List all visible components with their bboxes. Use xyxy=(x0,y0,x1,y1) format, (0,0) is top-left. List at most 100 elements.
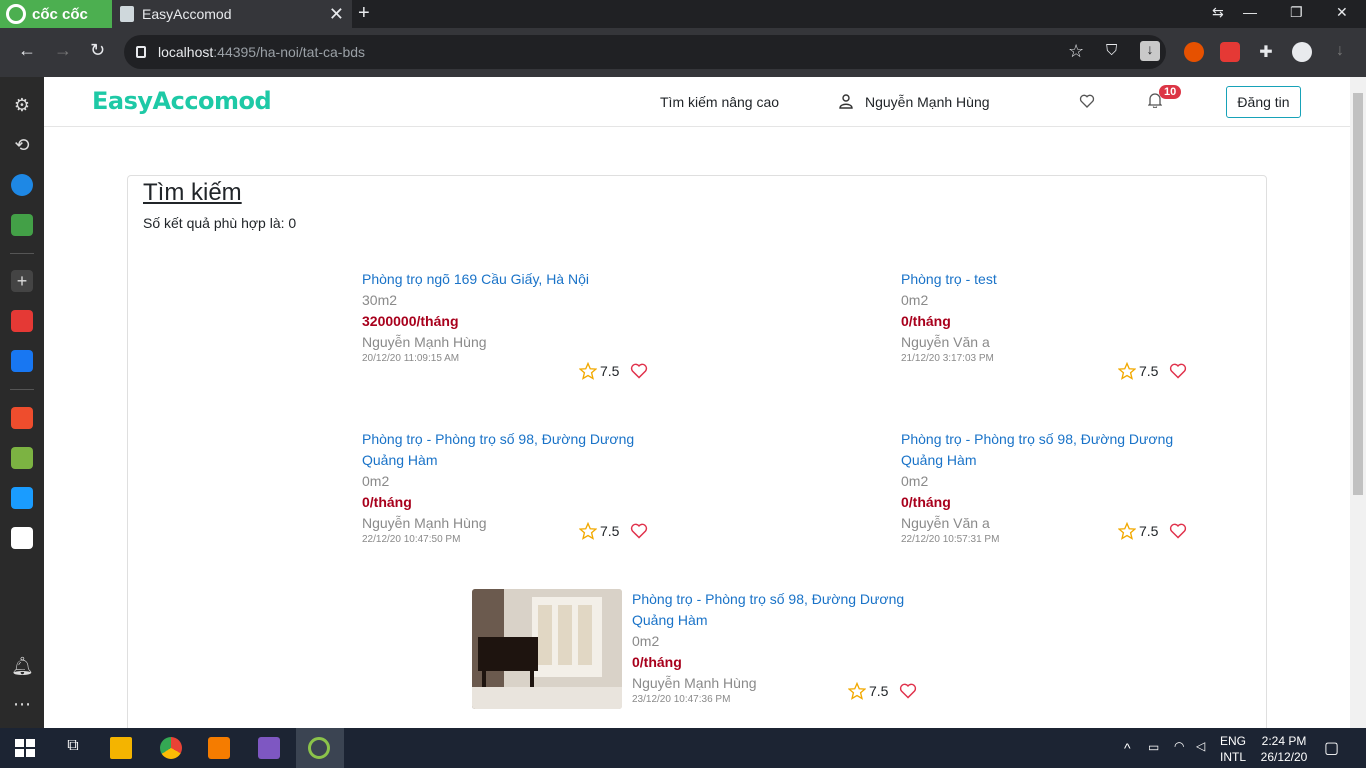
listing-photo[interactable] xyxy=(472,589,622,709)
add-shortcut-icon[interactable]: + xyxy=(11,270,33,292)
listing-title[interactable]: Phòng trọ - Phòng trọ số 98, Đường Dương… xyxy=(632,589,932,631)
listing-title[interactable]: Phòng trọ - Phòng trọ số 98, Đường Dương… xyxy=(901,429,1201,471)
restore-icon[interactable]: ❐ xyxy=(1290,4,1303,21)
listing-item[interactable]: Phòng trọ ngõ 169 Cầu Giấy, Hà Nội 30m2 … xyxy=(362,269,662,365)
messenger-icon[interactable] xyxy=(11,174,33,196)
visual-studio-icon[interactable] xyxy=(258,737,280,759)
windows-taskbar: ⧉ ^ ▭ ◠ ◁ ENG INTL 2:24 PM 26/12/20 ▢ xyxy=(0,728,1366,768)
new-tab-icon[interactable]: + xyxy=(358,2,370,25)
listing-rating: 7.5 xyxy=(579,522,619,540)
listing-area: 0m2 xyxy=(901,473,929,489)
address-bar[interactable]: localhost :44395/ha-noi/tat-ca-bds ☆ ⛉ ↓ xyxy=(124,35,1166,69)
post-listing-button[interactable]: Đăng tin xyxy=(1226,86,1301,118)
favorite-heart-icon[interactable] xyxy=(1169,363,1187,379)
notification-count-badge: 10 xyxy=(1159,85,1182,99)
tab-easyaccomod[interactable]: EasyAccomod ✕ xyxy=(112,0,352,28)
extension-savior-icon[interactable] xyxy=(1220,42,1240,62)
listing-title[interactable]: Phòng trọ - Phòng trọ số 98, Đường Dương… xyxy=(362,429,662,471)
battery-icon[interactable]: ▭ xyxy=(1148,740,1159,754)
listing-owner: Nguyễn Mạnh Hùng xyxy=(362,334,487,350)
favorites-heart-icon[interactable] xyxy=(1079,93,1095,109)
shield-icon[interactable]: ⛉ xyxy=(1106,42,1117,59)
profile-icon[interactable] xyxy=(1292,42,1312,62)
page-scrollbar[interactable] xyxy=(1350,77,1366,728)
game-app-icon[interactable] xyxy=(11,447,33,469)
listing-title[interactable]: Phòng trọ - test xyxy=(901,269,1201,290)
xampp-icon[interactable] xyxy=(208,737,230,759)
minimize-icon[interactable]: — xyxy=(1243,4,1257,20)
favorite-heart-icon[interactable] xyxy=(899,683,917,699)
lang-secondary: INTL xyxy=(1219,750,1246,764)
advanced-search-link[interactable]: Tìm kiếm nâng cao xyxy=(660,94,779,110)
browser-tabbar: cốc cốc EasyAccomod ✕ + ⇆ — ❐ ✕ xyxy=(0,0,1366,28)
search-results-card: Tìm kiếm Số kết quả phù hợp là: 0 Phòng … xyxy=(127,175,1267,728)
bookmark-star-icon[interactable]: ☆ xyxy=(1068,41,1084,62)
extensions-puzzle-icon[interactable]: ✚ xyxy=(1256,42,1276,62)
favorite-heart-icon[interactable] xyxy=(630,363,648,379)
listing-owner: Nguyễn Văn a xyxy=(901,334,990,350)
page-icon xyxy=(120,6,134,22)
task-view-icon[interactable]: ⧉ xyxy=(62,737,84,759)
listing-area: 0m2 xyxy=(362,473,390,489)
url-path: :44395/ha-noi/tat-ca-bds xyxy=(213,44,366,60)
result-count: Số kết quả phù hợp là: 0 xyxy=(143,215,297,231)
chrome-icon[interactable] xyxy=(160,737,182,759)
coccoc-icon xyxy=(6,4,26,24)
user-icon xyxy=(839,94,853,109)
shopee-icon[interactable] xyxy=(11,407,33,429)
listing-rating: 7.5 xyxy=(1118,522,1158,540)
url-host: localhost xyxy=(158,44,214,60)
close-window-icon[interactable]: ✕ xyxy=(1336,4,1348,21)
listing-price: 0/tháng xyxy=(901,494,951,510)
show-hidden-icons-icon[interactable]: ^ xyxy=(1124,740,1131,756)
coccoc-logo[interactable]: cốc cốc xyxy=(0,0,112,28)
star-icon xyxy=(1118,522,1136,540)
site-logo[interactable]: EasyAccomod xyxy=(92,87,272,115)
youtube-icon[interactable] xyxy=(11,310,33,332)
notification-bell-icon[interactable]: 🔔︎ xyxy=(11,655,34,677)
extension-circle-icon[interactable] xyxy=(1184,42,1204,62)
sidebar-divider xyxy=(10,389,34,390)
forward-icon[interactable]: → xyxy=(54,40,72,61)
rating-value: 7.5 xyxy=(600,363,620,379)
user-name-link[interactable]: Nguyễn Mạnh Hùng xyxy=(865,94,990,110)
windows-start-icon[interactable] xyxy=(14,737,36,759)
rating-value: 7.5 xyxy=(869,683,889,699)
scrollbar-thumb[interactable] xyxy=(1353,93,1363,495)
vtv-icon[interactable] xyxy=(11,527,33,549)
tab-search-icon[interactable]: ⇆ xyxy=(1212,4,1224,21)
lang-primary: ENG xyxy=(1219,734,1246,748)
favorite-heart-icon[interactable] xyxy=(1169,523,1187,539)
star-icon xyxy=(1118,362,1136,380)
listing-item[interactable]: Phòng trọ - test 0m2 0/tháng Nguyễn Văn … xyxy=(901,269,1201,365)
clock-time: 2:24 PM xyxy=(1261,734,1307,748)
listing-area: 0m2 xyxy=(632,633,660,649)
action-center-icon[interactable]: ▢ xyxy=(1324,738,1339,758)
file-explorer-icon[interactable] xyxy=(110,737,132,759)
rating-value: 7.5 xyxy=(1139,363,1159,379)
downloads-icon[interactable]: ↓ xyxy=(1330,42,1350,62)
game-icon[interactable] xyxy=(11,214,33,236)
tiki-icon[interactable] xyxy=(11,487,33,509)
download-icon[interactable]: ↓ xyxy=(1140,41,1160,61)
volume-icon[interactable]: ◁ xyxy=(1196,739,1205,753)
more-icon[interactable]: ⋯ xyxy=(11,693,33,715)
settings-gear-icon[interactable]: ⚙ xyxy=(11,94,33,116)
listing-rating: 7.5 xyxy=(579,362,619,380)
browser-sidebar: ⚙ ⟲ + 🔔︎ ⋯ xyxy=(0,77,44,728)
close-tab-icon[interactable]: ✕ xyxy=(329,4,344,25)
listing-title[interactable]: Phòng trọ ngõ 169 Cầu Giấy, Hà Nội xyxy=(362,269,662,290)
listing-rating: 7.5 xyxy=(848,682,888,700)
wifi-icon[interactable]: ◠ xyxy=(1174,739,1184,753)
reload-icon[interactable]: ↻ xyxy=(90,40,105,61)
favorite-heart-icon[interactable] xyxy=(630,523,648,539)
clock[interactable]: 2:24 PM 26/12/20 xyxy=(1256,733,1312,765)
facebook-icon[interactable] xyxy=(11,350,33,372)
page-title: Tìm kiếm xyxy=(143,179,242,206)
back-icon[interactable]: ← xyxy=(18,40,36,61)
input-language[interactable]: ENG INTL xyxy=(1216,733,1250,765)
coccoc-taskbar-icon[interactable] xyxy=(308,737,330,759)
history-icon[interactable]: ⟲ xyxy=(11,134,33,156)
listing-price: 0/tháng xyxy=(362,494,412,510)
listing-area: 30m2 xyxy=(362,292,398,308)
